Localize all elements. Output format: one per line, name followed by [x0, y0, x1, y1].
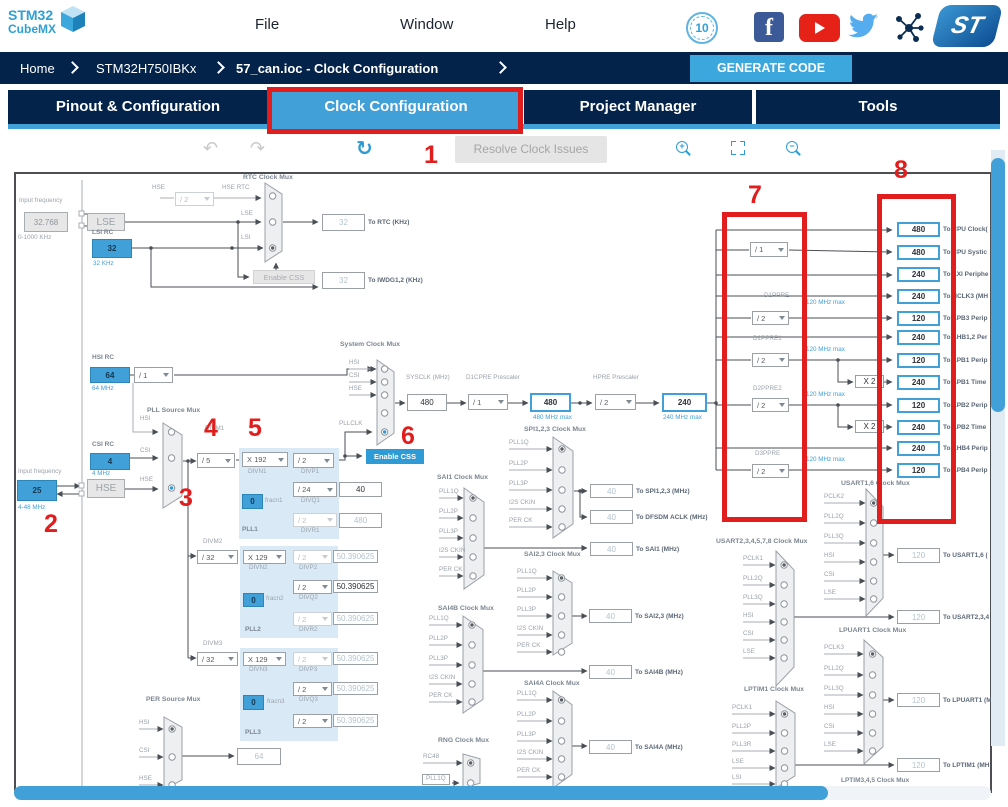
annotation-number: 1 — [424, 141, 438, 169]
clock-diagram-canvas[interactable] — [14, 172, 992, 793]
breadcrumb-home[interactable]: Home — [20, 61, 55, 76]
chevron-right-icon — [494, 61, 507, 74]
st-logo-icon[interactable]: ST — [930, 5, 1004, 47]
reset-zoom-icon[interactable]: ↻ — [356, 136, 373, 160]
cube-icon — [61, 6, 85, 32]
tab-project-manager[interactable]: Project Manager — [524, 90, 752, 124]
redo-button[interactable]: ↷ — [250, 138, 265, 159]
chevron-right-icon — [212, 61, 225, 74]
menu-window[interactable]: Window — [400, 16, 453, 33]
ten-years-badge-icon: 10 — [686, 12, 718, 44]
logo-cubemx: CubeMX — [8, 21, 56, 36]
zoom-in-handle — [685, 150, 691, 156]
vertical-scrollbar-thumb[interactable] — [991, 158, 1005, 412]
menu-help[interactable]: Help — [545, 16, 576, 33]
zoom-out-handle — [795, 150, 801, 156]
top-menu-bar: STM32 CubeMX File Window Help 10 f ST — [0, 0, 1008, 52]
twitter-icon[interactable] — [845, 12, 881, 42]
network-icon[interactable] — [893, 13, 925, 43]
horizontal-scrollbar-thumb[interactable] — [14, 786, 828, 800]
tab-pinout-configuration[interactable]: Pinout & Configuration — [8, 90, 268, 124]
youtube-icon[interactable] — [799, 14, 840, 42]
menu-file[interactable]: File — [255, 16, 279, 33]
generate-code-button[interactable]: GENERATE CODE — [690, 55, 852, 82]
chevron-right-icon — [66, 61, 79, 74]
breadcrumb: Home STM32H750IBKx 57_can.ioc - Clock Co… — [0, 52, 1008, 84]
logo-stm32: STM32 — [8, 7, 54, 23]
app-logo: STM32 CubeMX — [8, 8, 56, 35]
tab-clock-configuration[interactable]: Clock Configuration — [272, 90, 520, 124]
undo-button[interactable]: ↶ — [203, 138, 218, 159]
resolve-clock-issues-button[interactable]: Resolve Clock Issues — [455, 136, 607, 163]
tab-tools[interactable]: Tools — [756, 90, 1000, 124]
facebook-icon[interactable]: f — [754, 12, 784, 42]
tab-underline — [8, 124, 1000, 129]
breadcrumb-mcu[interactable]: STM32H750IBKx — [96, 61, 196, 76]
breadcrumb-project-title: 57_can.ioc - Clock Configuration — [236, 61, 439, 76]
